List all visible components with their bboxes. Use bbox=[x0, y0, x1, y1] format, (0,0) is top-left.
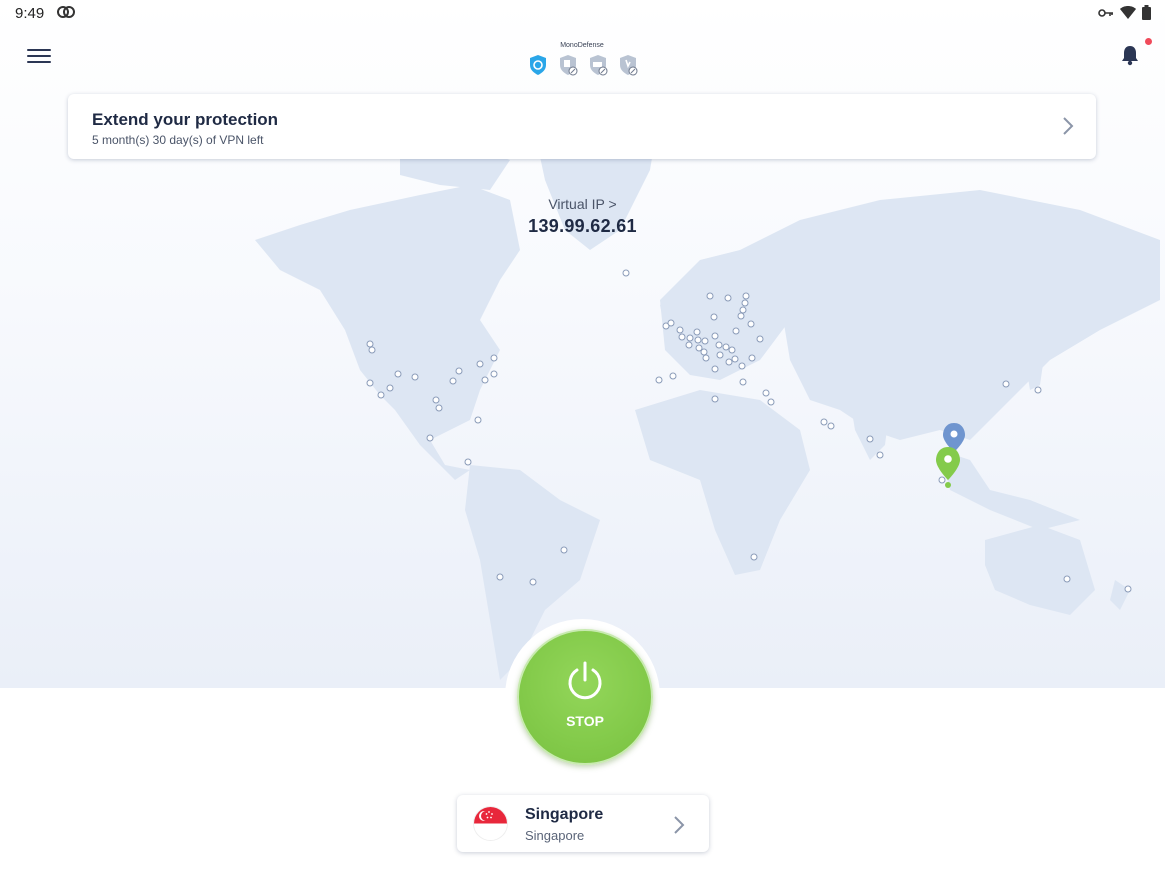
chevron-right-icon bbox=[673, 815, 685, 840]
location-selector[interactable]: Singapore Singapore bbox=[457, 795, 709, 852]
singapore-flag-icon bbox=[474, 807, 507, 840]
bell-icon[interactable] bbox=[1120, 44, 1140, 71]
vpn-shield-icon[interactable] bbox=[528, 54, 548, 81]
status-bar: 9:49 bbox=[0, 0, 1165, 26]
brand-title: MonoDefense bbox=[560, 42, 604, 49]
brand-icons bbox=[528, 54, 638, 81]
location-city: Singapore bbox=[525, 828, 585, 843]
stop-label: STOP bbox=[566, 713, 604, 729]
power-icon bbox=[568, 661, 602, 700]
vpn-key-icon bbox=[1098, 6, 1114, 24]
app-icon bbox=[57, 4, 75, 25]
virtual-ip-value: 139.99.62.61 bbox=[528, 216, 637, 236]
extend-protection-card[interactable]: Extend your protection 5 month(s) 30 day… bbox=[68, 94, 1096, 159]
location-country: Singapore bbox=[525, 806, 604, 823]
chevron-right-icon bbox=[1062, 116, 1074, 141]
shield-antivirus-icon[interactable] bbox=[618, 54, 638, 81]
stop-button[interactable]: STOP bbox=[517, 629, 653, 765]
battery-icon bbox=[1142, 5, 1151, 25]
notification-badge bbox=[1145, 38, 1152, 45]
promo-title: Extend your protection bbox=[92, 110, 279, 129]
hamburger-menu-icon[interactable] bbox=[27, 45, 51, 67]
wifi-icon bbox=[1120, 6, 1136, 24]
virtual-ip-link[interactable]: Virtual IP > bbox=[0, 196, 1165, 212]
shield-doc-icon[interactable] bbox=[558, 54, 578, 81]
status-icons bbox=[1098, 5, 1151, 25]
status-time: 9:49 bbox=[15, 5, 45, 22]
promo-subtitle: 5 month(s) 30 day(s) of VPN left bbox=[92, 133, 264, 147]
monodefense-header: MonoDefense bbox=[528, 40, 638, 80]
shield-id-icon[interactable] bbox=[588, 54, 608, 81]
